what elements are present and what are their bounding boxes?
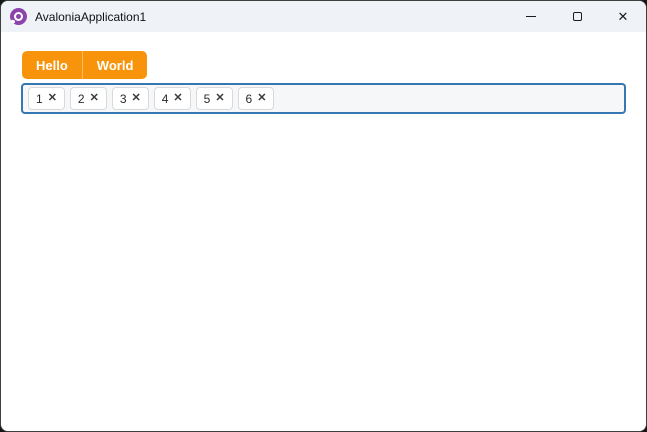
chip-label: 4 — [161, 91, 169, 106]
chip-4[interactable]: 4 ✕ — [153, 87, 191, 110]
chip-remove-icon[interactable]: ✕ — [173, 93, 182, 104]
chip-2[interactable]: 2 ✕ — [69, 87, 107, 110]
minimize-icon — [526, 16, 536, 17]
tab-strip: Hello World — [22, 51, 148, 79]
chip-label: 2 — [77, 91, 85, 106]
chip-remove-icon[interactable]: ✕ — [132, 93, 141, 104]
close-icon: ✕ — [617, 9, 629, 24]
titlebar-left: AvaloniaApplication1 — [1, 8, 508, 25]
titlebar[interactable]: AvaloniaApplication1 ✕ — [1, 1, 646, 32]
maximize-icon — [572, 12, 582, 21]
caption-buttons: ✕ — [508, 1, 646, 32]
chip-1[interactable]: 1 ✕ — [28, 87, 65, 110]
tab-world-label: World — [96, 57, 134, 73]
chip-6[interactable]: 6 ✕ — [237, 87, 275, 110]
chip-remove-icon[interactable]: ✕ — [215, 93, 224, 104]
tab-world[interactable]: World — [81, 51, 148, 79]
tab-hello-label: Hello — [36, 57, 68, 73]
minimize-button[interactable] — [508, 1, 554, 32]
tag-input[interactable]: 1 ✕ 2 ✕ 3 ✕ 4 ✕ 5 ✕ 6 ✕ — [21, 83, 626, 114]
chip-label: 5 — [203, 91, 211, 106]
chip-label: 3 — [119, 91, 127, 106]
chip-3[interactable]: 3 ✕ — [111, 87, 149, 110]
chip-label: 6 — [245, 91, 253, 106]
window-title: AvaloniaApplication1 — [35, 9, 147, 24]
maximize-button[interactable] — [554, 1, 600, 32]
chip-remove-icon[interactable]: ✕ — [48, 93, 57, 104]
window-content: Hello World 1 ✕ 2 ✕ 3 ✕ 4 ✕ 5 ✕ 6 ✕ — [1, 32, 646, 431]
close-button[interactable]: ✕ — [600, 1, 646, 32]
chip-5[interactable]: 5 ✕ — [195, 87, 233, 110]
chip-remove-icon[interactable]: ✕ — [90, 93, 99, 104]
chip-remove-icon[interactable]: ✕ — [257, 93, 266, 104]
chip-label: 1 — [36, 91, 43, 106]
avalonia-logo-icon — [10, 8, 27, 25]
app-window: AvaloniaApplication1 ✕ Hello World 1 ✕ 2… — [0, 0, 647, 432]
tab-hello[interactable]: Hello — [22, 51, 82, 79]
